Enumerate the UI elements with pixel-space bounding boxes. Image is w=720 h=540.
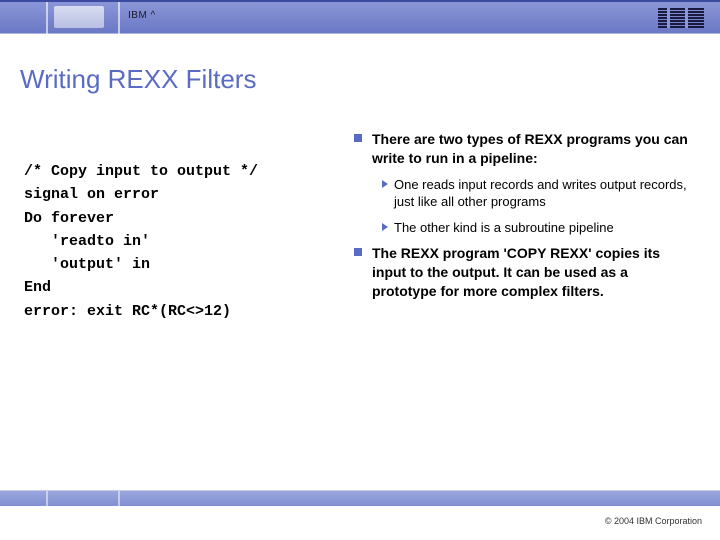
list-item: The other kind is a subroutine pipeline (382, 219, 694, 237)
header-divider (46, 2, 48, 36)
bullet-text: There are two types of REXX programs you… (372, 131, 688, 166)
triangle-bullet-icon (382, 180, 388, 188)
header-divider (118, 2, 120, 36)
header-swatch (54, 6, 104, 28)
square-bullet-icon (354, 248, 362, 256)
copyright-text: © 2004 IBM Corporation (605, 516, 702, 526)
code-sample: /* Copy input to output */ signal on err… (24, 160, 258, 323)
list-item: One reads input records and writes outpu… (382, 176, 694, 211)
ibm-logo-icon (658, 8, 704, 28)
bullet-text: One reads input records and writes outpu… (394, 176, 694, 211)
footer-divider (46, 491, 48, 507)
triangle-bullet-icon (382, 223, 388, 231)
header-bar: IBM ^ (0, 0, 720, 34)
square-bullet-icon (354, 134, 362, 142)
bullet-list: There are two types of REXX programs you… (354, 130, 694, 309)
bullet-text: The REXX program 'COPY REXX' copies its … (372, 245, 660, 299)
footer-bar (0, 490, 720, 506)
brand-text: IBM ^ (128, 10, 156, 21)
list-item: The REXX program 'COPY REXX' copies its … (354, 244, 694, 301)
page-title: Writing REXX Filters (20, 64, 256, 95)
list-item: There are two types of REXX programs you… (354, 130, 694, 168)
footer-divider (118, 491, 120, 507)
bullet-text: The other kind is a subroutine pipeline (394, 219, 614, 237)
